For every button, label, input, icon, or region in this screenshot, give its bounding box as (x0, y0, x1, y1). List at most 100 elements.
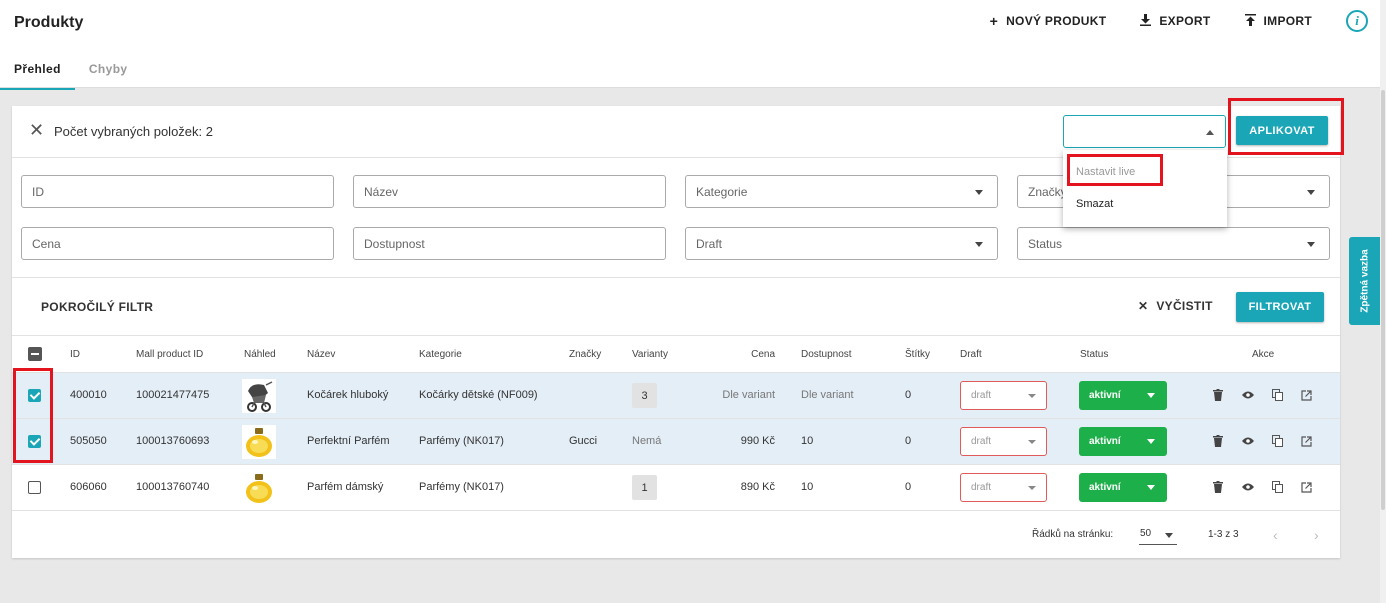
draft-filter-select[interactable]: Draft (685, 227, 998, 260)
copy-icon[interactable] (1268, 386, 1286, 404)
export-button[interactable]: EXPORT (1140, 14, 1210, 28)
chevron-right-icon[interactable]: › (1314, 527, 1319, 543)
chevron-left-icon[interactable]: ‹ (1273, 527, 1278, 543)
column-header-brands[interactable]: Značky (569, 349, 601, 360)
cell-availability: Dle variant (801, 389, 854, 401)
cell-category: Kočárky dětské (NF009) (419, 389, 538, 401)
rows-per-page-value: 50 (1140, 528, 1152, 539)
column-header-category[interactable]: Kategorie (419, 349, 462, 360)
tab-overview[interactable]: Přehled (0, 52, 75, 90)
select-all-checkbox[interactable] (28, 347, 42, 361)
highlight-box-apply (1228, 98, 1344, 155)
name-filter-input[interactable]: Název (353, 175, 666, 208)
table-row[interactable]: 400010 100021477475 Kočárek hluboký Kočá… (12, 373, 1340, 419)
feedback-tab-label: Zpětná vazba (1359, 249, 1370, 313)
column-header-variants[interactable]: Varianty (632, 349, 668, 360)
id-filter-input[interactable]: ID (21, 175, 334, 208)
trash-icon[interactable] (1209, 478, 1227, 496)
price-filter-input[interactable]: Cena (21, 227, 334, 260)
page-range: 1-3 z 3 (1208, 529, 1239, 540)
cell-labels: 0 (905, 435, 912, 447)
advanced-filter-button[interactable]: POKROČILÝ FILTR (41, 300, 153, 314)
scrollbar-thumb[interactable] (1381, 90, 1385, 510)
eye-icon[interactable] (1239, 478, 1257, 496)
column-header-id[interactable]: ID (70, 349, 80, 360)
caret-down-icon (1165, 533, 1173, 538)
feedback-tab[interactable]: Zpětná vazba (1349, 237, 1380, 325)
caret-down-icon (1028, 394, 1036, 398)
copy-icon[interactable] (1268, 478, 1286, 496)
close-selection-icon[interactable]: ✕ (29, 121, 44, 139)
table-row[interactable]: 505050 100013760693 Perfektní Parfém Par… (12, 419, 1340, 465)
availability-filter-input[interactable]: Dostupnost (353, 227, 666, 260)
price-filter-placeholder: Cena (32, 237, 61, 251)
selection-count: Počet vybraných položek: 2 (54, 124, 213, 139)
rows-per-page-select[interactable]: 50 (1139, 523, 1177, 545)
filter-button[interactable]: FILTROVAT (1236, 292, 1324, 322)
column-header-availability[interactable]: Dostupnost (801, 349, 852, 360)
status-button[interactable]: aktivní (1079, 381, 1167, 410)
draft-select[interactable]: draft (960, 381, 1047, 410)
info-icon[interactable]: i (1346, 10, 1368, 32)
status-value: aktivní (1089, 436, 1121, 447)
cell-labels: 0 (905, 389, 912, 401)
caret-up-icon (1206, 130, 1214, 135)
status-button[interactable]: aktivní (1079, 473, 1167, 502)
eye-icon[interactable] (1239, 432, 1257, 450)
category-filter-placeholder: Kategorie (696, 185, 748, 199)
column-header-mall-id[interactable]: Mall product ID (136, 349, 203, 360)
cell-name: Kočárek hluboký (307, 389, 389, 401)
status-filter-placeholder: Status (1028, 237, 1063, 251)
column-header-actions: Akce (1252, 349, 1275, 360)
products-card: ✕ Počet vybraných položek: 2 APLIKOVAT N… (12, 98, 1344, 558)
stroller-thumbnail (242, 379, 276, 413)
status-filter-select[interactable]: Status (1017, 227, 1330, 260)
draft-select-value: draft (971, 390, 992, 401)
upload-icon (1244, 14, 1256, 28)
top-bar: Produkty + NOVÝ PRODUKT EXPORT IMPORT i … (0, 0, 1386, 90)
table-header: ID Mall product ID Náhled Název Kategori… (12, 335, 1340, 373)
new-product-label: NOVÝ PRODUKT (1006, 14, 1107, 28)
eye-icon[interactable] (1239, 386, 1257, 404)
column-header-draft[interactable]: Draft (960, 349, 982, 360)
draft-select[interactable]: draft (960, 427, 1047, 456)
import-button[interactable]: IMPORT (1244, 14, 1312, 28)
status-button[interactable]: aktivní (1079, 427, 1167, 456)
external-link-icon[interactable] (1297, 478, 1315, 496)
column-header-labels[interactable]: Štítky (905, 349, 930, 360)
status-value: aktivní (1089, 390, 1121, 401)
external-link-icon[interactable] (1297, 432, 1315, 450)
cell-mall-id: 100013760693 (136, 435, 210, 447)
external-link-icon[interactable] (1297, 386, 1315, 404)
tab-errors[interactable]: Chyby (75, 52, 142, 90)
draft-select[interactable]: draft (960, 473, 1047, 502)
table-pagination: Řádků na stránku: 50 1-3 z 3 ‹ › (12, 511, 1340, 558)
caret-down-icon (1147, 439, 1155, 444)
perfume-thumbnail (242, 425, 276, 459)
export-label: EXPORT (1159, 14, 1211, 28)
column-header-price[interactable]: Cena (724, 349, 775, 360)
highlight-box-checkboxes (13, 368, 53, 463)
bulk-action-select[interactable] (1063, 115, 1226, 148)
download-icon (1140, 14, 1152, 28)
new-product-button[interactable]: + NOVÝ PRODUKT (990, 14, 1107, 28)
variants-badge: 3 (632, 383, 657, 408)
menu-item-delete[interactable]: Smazat (1076, 198, 1113, 210)
name-filter-placeholder: Název (364, 185, 399, 199)
import-label: IMPORT (1263, 14, 1312, 28)
column-header-preview: Náhled (244, 349, 276, 360)
page-title: Produkty (14, 14, 84, 31)
trash-icon[interactable] (1209, 386, 1227, 404)
draft-select-value: draft (971, 482, 992, 493)
row-checkbox[interactable] (28, 481, 41, 494)
caret-down-icon (1307, 190, 1315, 195)
column-header-status[interactable]: Status (1080, 349, 1108, 360)
trash-icon[interactable] (1209, 432, 1227, 450)
copy-icon[interactable] (1268, 432, 1286, 450)
category-filter-select[interactable]: Kategorie (685, 175, 998, 208)
table-row[interactable]: 606060 100013760740 Parfém dámský Parfém… (12, 465, 1340, 511)
plus-icon: + (989, 13, 999, 29)
column-header-name[interactable]: Název (307, 349, 335, 360)
clear-filter-button[interactable]: ✕ VYČISTIT (1138, 299, 1213, 313)
cell-id: 400010 (70, 389, 107, 401)
